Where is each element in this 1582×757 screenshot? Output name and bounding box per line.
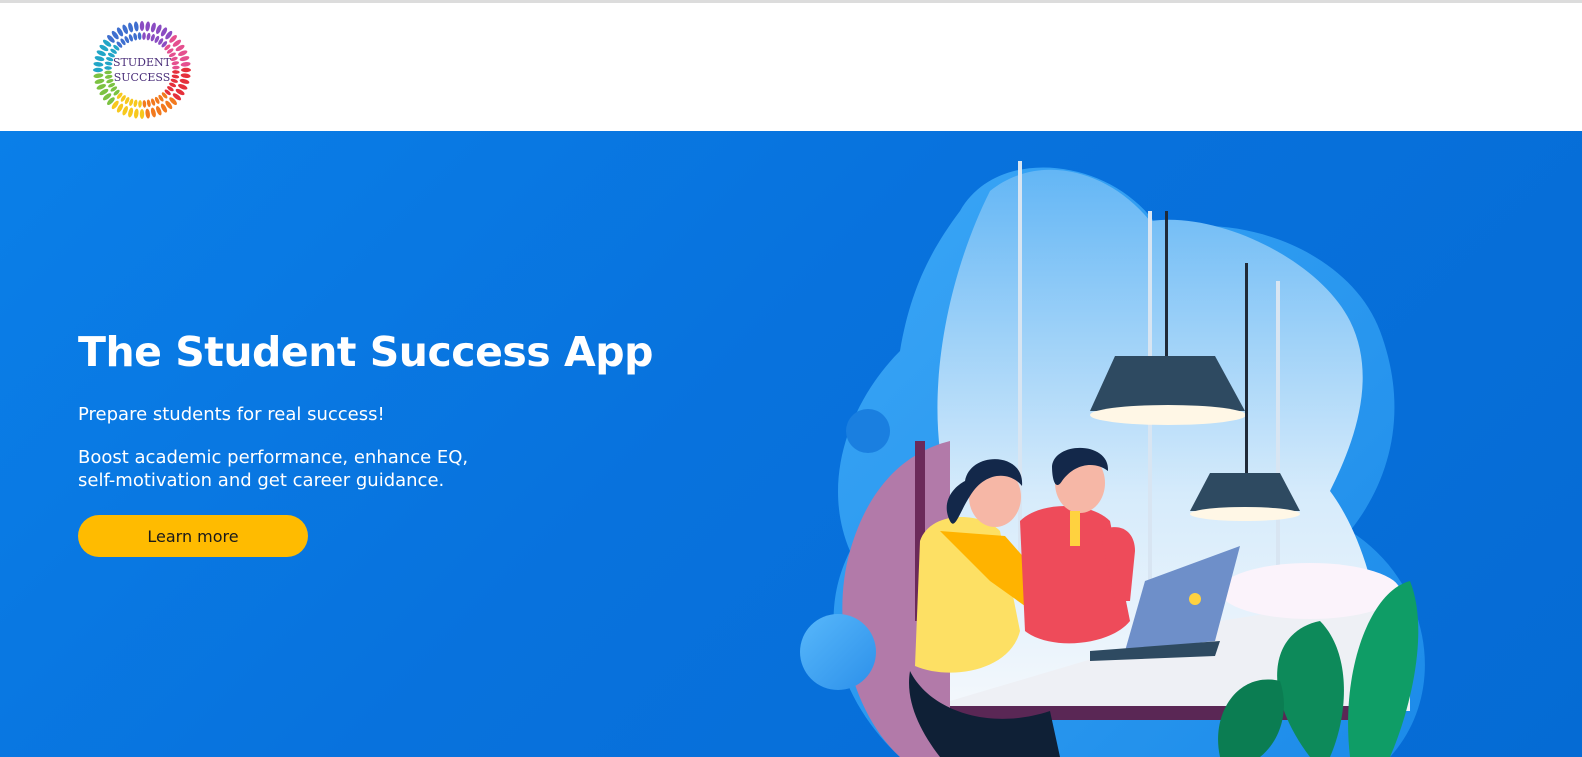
site-logo[interactable]: STUDENT SUCCESS <box>90 18 194 122</box>
site-header: STUDENT SUCCESS <box>0 3 1582 131</box>
man-shirt <box>1070 511 1080 546</box>
hero-section: The Student Success App Prepare students… <box>0 131 1582 757</box>
logo-ray <box>128 107 134 118</box>
pillar-line <box>1276 281 1280 581</box>
logo-ray <box>142 32 146 40</box>
logo-wordmark: STUDENT SUCCESS <box>90 55 194 85</box>
logo-ray <box>138 100 142 108</box>
logo-ray <box>150 22 156 33</box>
hero-title: The Student Success App <box>78 328 653 376</box>
logo-ray <box>133 32 138 41</box>
pillar-line <box>1018 161 1022 581</box>
logo-ray <box>139 21 145 31</box>
logo-line-1: STUDENT <box>113 56 171 69</box>
logo-ray <box>134 108 139 119</box>
logo-line-2: SUCCESS <box>113 71 171 84</box>
hero-description: Boost academic performance, enhance EQ, … <box>78 447 469 491</box>
lamp-light <box>1190 507 1300 521</box>
logo-ray <box>150 107 156 118</box>
logo-ray <box>146 32 151 41</box>
logo-ray <box>128 22 134 33</box>
logo-ray <box>137 32 142 40</box>
decorative-circle <box>800 614 876 690</box>
decorative-circle <box>846 409 890 453</box>
logo-ray <box>146 99 151 108</box>
lamp-light <box>1090 405 1246 425</box>
logo-ray <box>134 21 139 32</box>
logo-ray <box>133 99 138 108</box>
couch <box>1220 563 1400 619</box>
logo-ray <box>145 108 150 119</box>
hero-tagline: Prepare students for real success! <box>78 404 385 425</box>
logo-ray <box>142 100 147 108</box>
learn-more-button[interactable]: Learn more <box>78 515 308 557</box>
laptop-logo-icon <box>1189 593 1201 605</box>
logo-ray <box>145 21 150 32</box>
lamp-cord <box>1245 263 1248 473</box>
students-with-laptop-illustration <box>800 161 1425 757</box>
logo-ray <box>139 109 145 119</box>
lamp-cord <box>1165 211 1168 356</box>
